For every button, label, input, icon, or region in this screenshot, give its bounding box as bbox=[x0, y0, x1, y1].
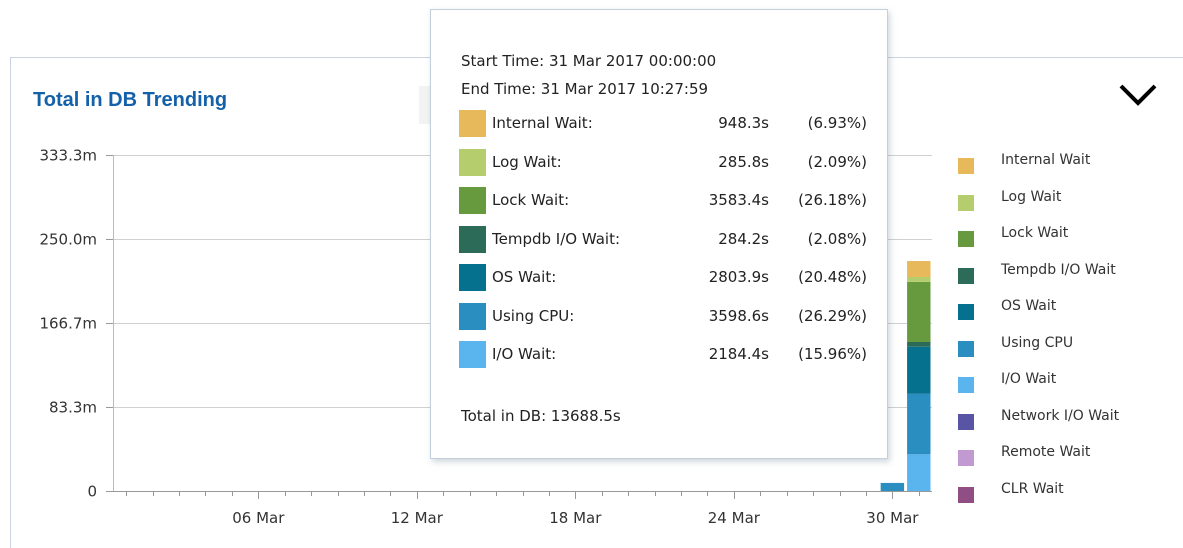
bars bbox=[880, 261, 931, 491]
legend-swatch bbox=[958, 486, 974, 503]
legend-item[interactable]: Remote Wait bbox=[958, 440, 1090, 477]
legend-item[interactable]: Tempdb I/O Wait bbox=[958, 258, 1116, 295]
y-tick-label: 166.7m bbox=[39, 315, 97, 333]
tooltip-row-value: 948.3s bbox=[718, 114, 769, 132]
tooltip-swatch bbox=[459, 225, 486, 253]
tooltip-row-value: 2184.4s bbox=[708, 345, 769, 363]
legend-swatch bbox=[958, 304, 974, 321]
bar-segment bbox=[907, 281, 931, 343]
tooltip-row-percent: (20.48%) bbox=[798, 268, 867, 286]
legend-item[interactable]: Using CPU bbox=[958, 331, 1073, 368]
legend-item[interactable]: Log Wait bbox=[958, 185, 1061, 222]
bar-segment bbox=[907, 261, 931, 277]
bar-segment bbox=[907, 393, 931, 455]
legend-label: Internal Wait bbox=[1001, 152, 1091, 168]
tooltip-row-name: Log Wait: bbox=[492, 152, 562, 171]
tooltip-swatch bbox=[459, 110, 486, 137]
tooltip-row-name: Internal Wait: bbox=[492, 114, 593, 132]
tooltip-row-name: Tempdb I/O Wait: bbox=[492, 229, 621, 248]
y-tick-label: 250.0m bbox=[39, 231, 97, 249]
tooltip-row-value: 2803.9s bbox=[708, 268, 769, 286]
legend-swatch bbox=[958, 267, 974, 284]
tooltip-start-time: Start Time: 31 Mar 2017 00:00:00 bbox=[461, 52, 717, 70]
tooltip-swatch bbox=[459, 341, 486, 368]
legend-label: Lock Wait bbox=[1001, 225, 1069, 241]
tooltip-total: Total in DB: 13688.5s bbox=[461, 407, 621, 425]
chart-legend: Internal Wait Log Wait Lock Wait Tempdb I/O… bbox=[958, 148, 1119, 514]
legend-swatch bbox=[958, 231, 974, 248]
tooltip-row-percent: (6.93%) bbox=[807, 114, 867, 132]
x-tick-label: 06 Mar bbox=[232, 509, 285, 527]
tooltip-row-value: 3598.6s bbox=[708, 306, 769, 325]
tooltip-row-name: Using CPU: bbox=[492, 306, 575, 325]
tooltip-row-percent: (26.29%) bbox=[798, 306, 867, 325]
y-tick-label: 333.3m bbox=[39, 147, 97, 165]
tooltip-row-name: OS Wait: bbox=[492, 268, 557, 286]
tooltip-swatch bbox=[459, 187, 486, 214]
y-tick-label: 0 bbox=[87, 483, 97, 501]
x-tick-label: 30 Mar bbox=[866, 509, 919, 527]
legend-swatch bbox=[958, 158, 974, 175]
tooltip-swatch bbox=[459, 148, 486, 176]
legend-item[interactable]: Network I/O Wait bbox=[958, 404, 1119, 441]
legend-item[interactable]: OS Wait bbox=[958, 294, 1056, 331]
legend-label: Network I/O Wait bbox=[1001, 407, 1120, 424]
legend-swatch bbox=[958, 377, 974, 394]
legend-swatch bbox=[958, 194, 974, 211]
y-tick-label: 83.3m bbox=[49, 399, 97, 417]
legend-swatch bbox=[958, 413, 974, 430]
legend-label: OS Wait bbox=[1001, 298, 1057, 314]
bar-segment bbox=[907, 342, 931, 347]
tooltip-swatch bbox=[459, 264, 486, 291]
tooltip-row-value: 3583.4s bbox=[708, 191, 769, 209]
x-tick-label: 18 Mar bbox=[549, 509, 602, 527]
tooltip-row-percent: (26.18%) bbox=[798, 191, 867, 209]
legend-label: Remote Wait bbox=[1001, 444, 1091, 460]
legend-label: I/O Wait bbox=[1001, 371, 1057, 387]
x-tick-label: 12 Mar bbox=[391, 509, 444, 527]
tooltip-row-name: I/O Wait: bbox=[492, 345, 557, 363]
tooltip-row-value: 284.2s bbox=[718, 229, 769, 248]
legend-label: Log Wait bbox=[1001, 188, 1062, 205]
tooltip-row-value: 285.8s bbox=[718, 152, 769, 171]
legend-item[interactable]: I/O Wait bbox=[958, 367, 1056, 404]
legend-item[interactable]: Lock Wait bbox=[958, 221, 1068, 258]
tooltip-row-percent: (15.96%) bbox=[798, 345, 867, 363]
legend-label: Tempdb I/O Wait bbox=[1001, 261, 1116, 278]
legend-label: Using CPU bbox=[1001, 334, 1074, 351]
legend-item[interactable]: Internal Wait bbox=[958, 148, 1090, 185]
bar-segment bbox=[880, 482, 905, 491]
tooltip-row-name: Lock Wait: bbox=[492, 191, 570, 209]
x-tick-label: 24 Mar bbox=[708, 509, 761, 527]
tooltip-row-percent: (2.09%) bbox=[807, 152, 867, 171]
legend-item[interactable]: CLR Wait bbox=[958, 477, 1064, 514]
bar-segment bbox=[907, 276, 931, 282]
bar-segment bbox=[907, 346, 931, 394]
legend-swatch bbox=[958, 450, 974, 467]
tooltip-row-percent: (2.08%) bbox=[807, 229, 867, 248]
legend-swatch bbox=[958, 340, 974, 357]
tooltip-end-time: End Time: 31 Mar 2017 10:27:59 bbox=[461, 80, 709, 98]
bar-segment bbox=[907, 454, 931, 491]
legend-label: CLR Wait bbox=[1001, 480, 1064, 497]
tooltip-swatch bbox=[459, 302, 486, 330]
hover-tooltip: Start Time: 31 Mar 2017 00:00:00 End Tim… bbox=[430, 9, 888, 459]
